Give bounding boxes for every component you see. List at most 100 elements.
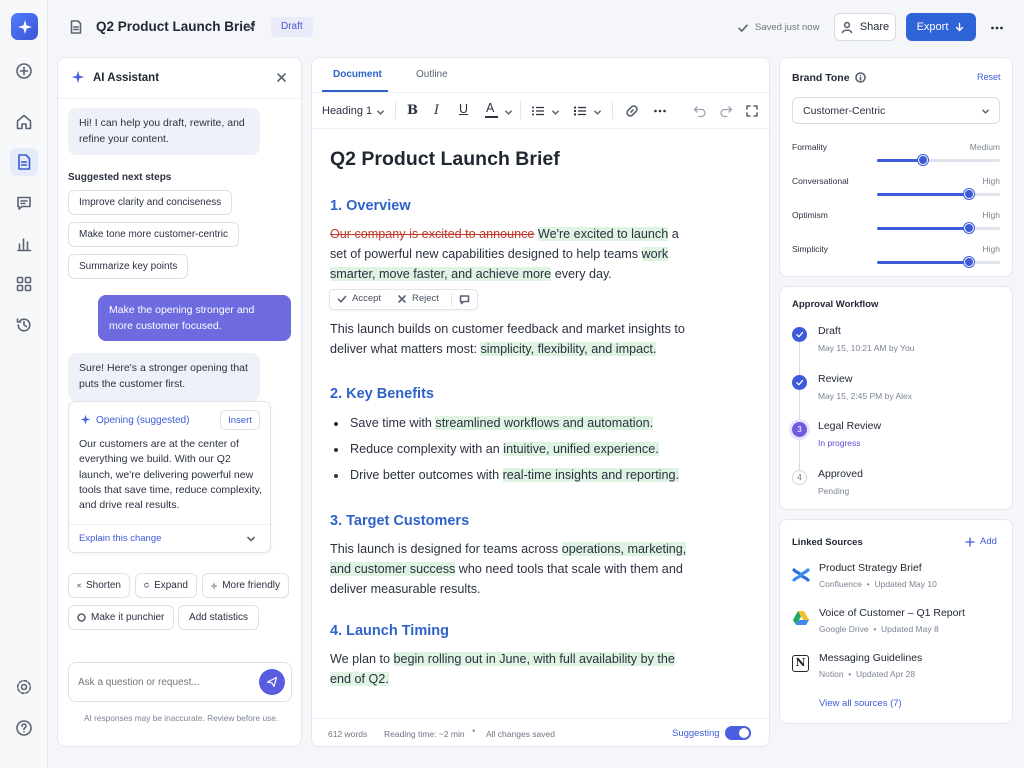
text-run: a <box>668 227 679 241</box>
comment-icon <box>17 196 31 210</box>
more-formatting-icon[interactable] <box>653 105 667 117</box>
shorten-button[interactable]: Shorten <box>68 573 130 598</box>
inserted-text[interactable]: streamlined workflows and automation. <box>435 416 654 430</box>
link-icon[interactable] <box>625 104 639 118</box>
view-all-sources-link[interactable]: View all sources (7) <box>819 698 902 709</box>
suggestion-card-body: Our customers are at the center of every… <box>79 438 263 512</box>
assistant-input[interactable] <box>78 674 248 690</box>
paragraph-timing[interactable]: We plan to begin rolling out in June, wi… <box>330 649 700 689</box>
nav-history[interactable] <box>10 311 38 339</box>
numbered-list-icon[interactable] <box>573 104 587 118</box>
benefit-item[interactable]: Save time with streamlined workflows and… <box>333 416 654 430</box>
inserted-text[interactable]: and customer success <box>330 562 456 576</box>
inserted-text[interactable]: intuitive, unified experience. <box>503 442 659 456</box>
slider-knob[interactable] <box>964 223 974 233</box>
bullet-list-icon[interactable] <box>531 104 545 118</box>
slider-knob[interactable] <box>918 155 928 165</box>
italic-button[interactable]: I <box>434 103 439 118</box>
slider-value-label: High <box>982 176 1000 186</box>
chevron-down-icon[interactable] <box>551 108 560 117</box>
benefit-item[interactable]: Drive better outcomes with real-time ins… <box>334 468 679 482</box>
inserted-text[interactable]: begin rolling out in June, with full ava… <box>393 652 675 666</box>
add-source-button[interactable]: Add <box>965 536 997 547</box>
info-icon[interactable] <box>855 72 866 83</box>
accept-change-button[interactable]: Accept <box>337 293 381 304</box>
more-options-icon[interactable] <box>990 21 1004 35</box>
nav-apps[interactable] <box>10 270 38 298</box>
send-icon <box>266 676 278 688</box>
undo-icon[interactable] <box>693 104 707 118</box>
text-run: This launch is designed for teams across <box>330 542 559 556</box>
new-document-button[interactable] <box>10 57 38 85</box>
bold-button[interactable]: B <box>407 103 418 118</box>
reject-change-button[interactable]: Reject <box>397 293 439 304</box>
add-statistics-button[interactable]: Add statistics <box>178 605 259 630</box>
tone-select[interactable]: Customer-Centric <box>792 97 1000 124</box>
inserted-text[interactable]: smarter, move faster, and achieve more <box>330 267 552 281</box>
redo-icon[interactable] <box>719 104 733 118</box>
suggestion-chip[interactable]: Make tone more customer-centric <box>68 222 239 247</box>
suggestion-chip[interactable]: Summarize key points <box>68 254 189 279</box>
chevron-down-icon[interactable] <box>593 108 602 117</box>
inserted-text[interactable]: operations, marketing, <box>561 542 687 556</box>
inserted-text[interactable]: simplicity, flexibility, and impact. <box>480 342 657 356</box>
slider-knob[interactable] <box>964 189 974 199</box>
inserted-text[interactable]: end of Q2. <box>330 672 389 686</box>
source-origin: Notion <box>819 669 844 679</box>
workflow-title: Approval Workflow <box>792 299 879 310</box>
status-divider <box>312 718 769 719</box>
make-punchier-button[interactable]: Make it punchier <box>68 605 174 630</box>
insert-button[interactable]: Insert <box>220 410 260 430</box>
slider-knob[interactable] <box>964 257 974 267</box>
chevron-down-icon[interactable] <box>246 22 256 32</box>
fullscreen-icon[interactable] <box>745 104 759 118</box>
tabs-divider <box>312 92 769 93</box>
nav-help[interactable] <box>10 714 38 742</box>
nav-settings[interactable] <box>10 673 38 701</box>
close-icon[interactable] <box>276 72 287 83</box>
share-button[interactable]: Share <box>834 13 896 41</box>
expand-button[interactable]: Expand <box>135 573 197 598</box>
expand-icon <box>144 582 149 588</box>
explain-change-link[interactable]: Explain this change <box>79 533 161 544</box>
reset-button[interactable]: Reset <box>977 72 1001 82</box>
slider-label: Formality <box>792 142 827 152</box>
document-title[interactable]: Q2 Product Launch Brief <box>96 19 255 34</box>
export-button[interactable]: Export <box>906 13 976 41</box>
nav-analytics[interactable] <box>10 230 38 258</box>
paragraph-overview[interactable]: Our company is excited to announce We're… <box>330 224 700 284</box>
nav-documents[interactable] <box>10 148 38 176</box>
nav-comments[interactable] <box>10 189 38 217</box>
toolbar-separator <box>520 101 521 119</box>
save-status: Saved just now <box>755 22 820 33</box>
suggesting-toggle[interactable] <box>725 726 751 740</box>
app-logo[interactable] <box>11 13 38 40</box>
suggestion-chip[interactable]: Improve clarity and conciseness <box>68 190 233 215</box>
text-style-select[interactable]: Heading 1 <box>322 105 372 117</box>
paragraph-overview-2[interactable]: This launch builds on customer feedback … <box>330 319 700 359</box>
slider-fill <box>877 227 969 230</box>
action-label: Make it punchier <box>91 612 165 623</box>
nav-home[interactable] <box>10 108 38 136</box>
user-add-icon <box>841 21 853 33</box>
more-friendly-button[interactable]: More friendly <box>202 573 289 598</box>
source-name[interactable]: Messaging Guidelines <box>819 652 922 664</box>
text-color-button[interactable]: A <box>485 101 499 119</box>
chevron-down-icon[interactable] <box>376 108 385 117</box>
source-name[interactable]: Product Strategy Brief <box>819 562 922 574</box>
inserted-text[interactable]: We're excited to launch <box>537 227 669 241</box>
chevron-down-icon[interactable] <box>504 108 513 117</box>
deleted-text[interactable]: Our company is excited to announce <box>330 227 534 241</box>
tab-outline[interactable]: Outline <box>416 69 448 80</box>
chevron-down-icon[interactable] <box>246 534 256 544</box>
tab-document[interactable]: Document <box>333 69 382 80</box>
action-label: Expand <box>154 580 188 591</box>
send-button[interactable] <box>259 669 285 695</box>
paragraph-customers[interactable]: This launch is designed for teams across… <box>330 539 700 599</box>
underline-button[interactable]: U <box>459 102 468 116</box>
comment-icon[interactable] <box>459 294 470 305</box>
inserted-text[interactable]: real-time insights and reporting. <box>502 468 679 482</box>
source-name[interactable]: Voice of Customer – Q1 Report <box>819 607 965 619</box>
inserted-text[interactable]: work <box>641 247 669 261</box>
benefit-item[interactable]: Reduce complexity with an intuitive, uni… <box>334 442 659 456</box>
